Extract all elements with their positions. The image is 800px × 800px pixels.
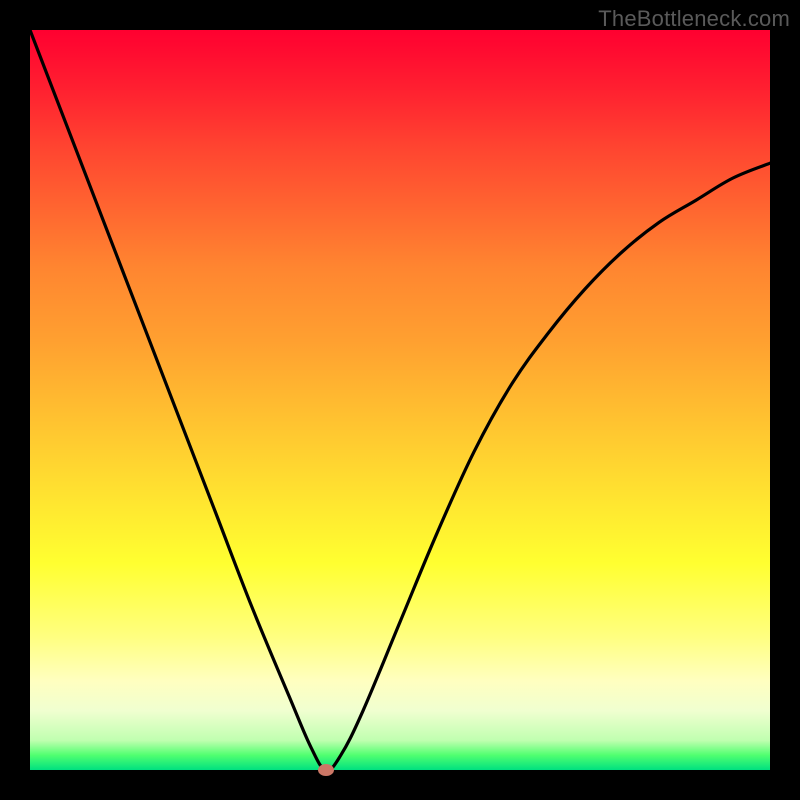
curve-svg [30,30,770,770]
plot-area [30,30,770,770]
watermark-text: TheBottleneck.com [598,6,790,32]
optimal-point-marker [318,764,334,776]
chart-container: TheBottleneck.com [0,0,800,800]
bottleneck-curve-path [30,30,770,770]
